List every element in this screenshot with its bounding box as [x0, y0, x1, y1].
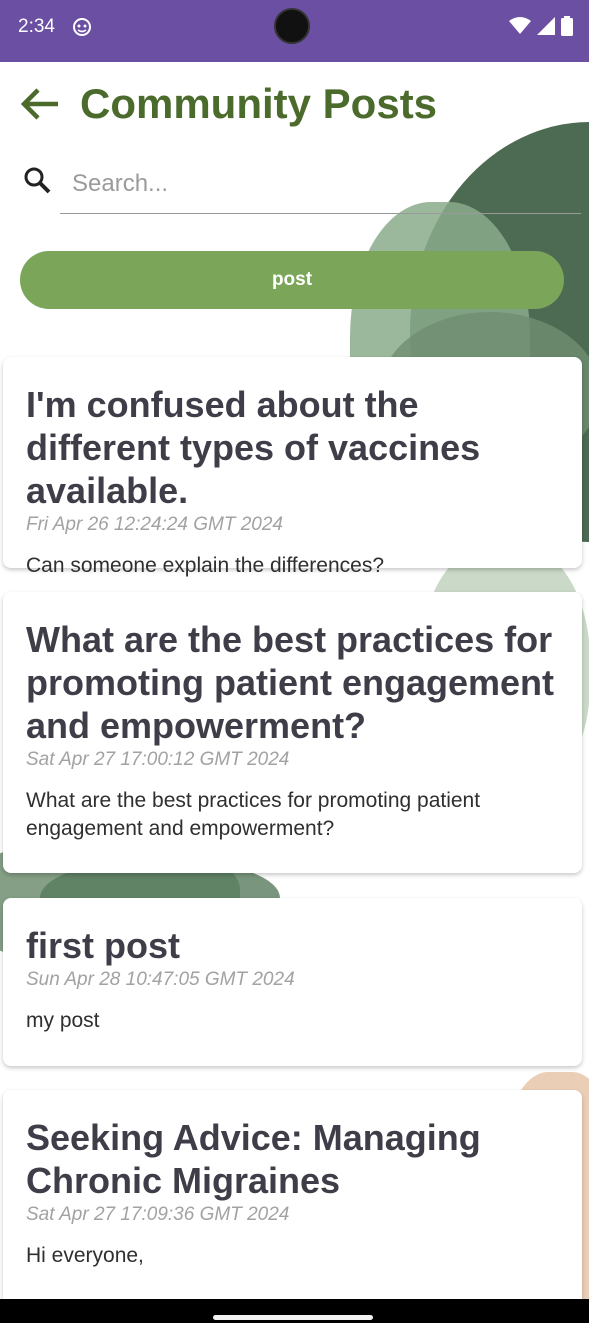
status-time: 2:34 — [18, 16, 55, 37]
search-input[interactable] — [60, 155, 581, 214]
camera-cutout — [274, 8, 310, 44]
post-body: What are the best practices for promotin… — [26, 789, 481, 840]
battery-icon — [561, 16, 573, 36]
post-date: Sat Apr 27 17:00:12 GMT 2024 — [26, 749, 290, 770]
status-bar: 2:34 — [0, 0, 589, 62]
post-card[interactable]: I'm confused about the different types o… — [3, 357, 582, 577]
post-date: Fri Apr 26 12:24:24 GMT 2024 — [26, 514, 283, 535]
post-title: I'm confused about the different types o… — [26, 384, 481, 511]
search-bar — [20, 155, 581, 215]
system-navigation-bar — [0, 1299, 589, 1323]
app-header: Community Posts — [0, 62, 589, 148]
signal-icon — [537, 17, 555, 35]
search-icon — [24, 167, 51, 194]
app-notification-icon — [73, 18, 91, 36]
page-title: Community Posts — [80, 80, 438, 127]
post-body: my post — [26, 1009, 100, 1032]
arrow-left-icon[interactable] — [18, 82, 62, 126]
wifi-icon — [509, 17, 531, 34]
post-title: What are the best practices for promotin… — [26, 619, 555, 746]
post-body: Hi everyone, — [26, 1244, 144, 1267]
post-card[interactable]: first post Sun Apr 28 10:47:05 GMT 2024 … — [3, 898, 582, 1066]
post-date: Sat Apr 27 17:09:36 GMT 2024 — [26, 1204, 290, 1225]
post-button[interactable]: post — [20, 251, 564, 309]
post-date: Sun Apr 28 10:47:05 GMT 2024 — [26, 969, 295, 990]
post-title: Seeking Advice: Managing Chronic Migrain… — [26, 1117, 481, 1201]
post-body: Can someone explain the differences? — [26, 554, 385, 577]
post-title: first post — [26, 925, 181, 966]
home-gesture-handle[interactable] — [213, 1315, 373, 1320]
post-card[interactable]: What are the best practices for promotin… — [3, 592, 582, 873]
post-card[interactable]: Seeking Advice: Managing Chronic Migrain… — [3, 1090, 582, 1320]
